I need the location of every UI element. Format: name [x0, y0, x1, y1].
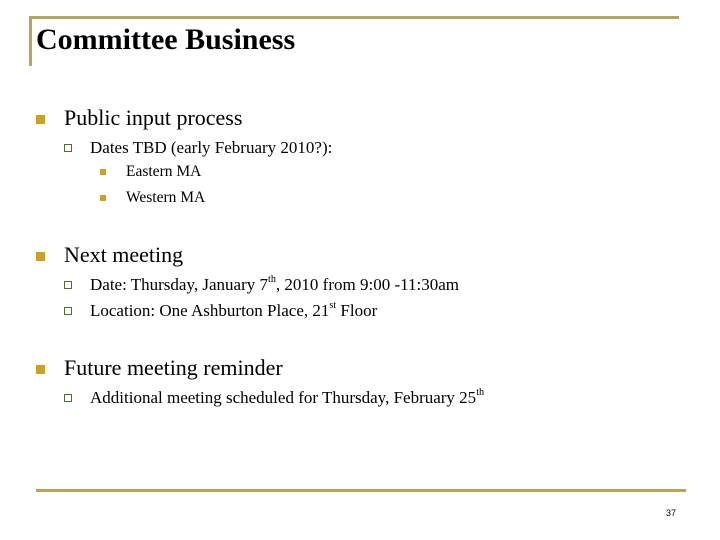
hollow-square-bullet-icon — [64, 307, 72, 315]
page-number: 37 — [666, 508, 677, 518]
sub-sub-bullet-text: Western MA — [126, 189, 206, 206]
ordinal-suffix: st — [329, 300, 337, 311]
sub-bullet-text: Additional meeting scheduled for Thursda… — [90, 387, 485, 407]
square-bullet-icon — [100, 169, 106, 175]
hollow-square-bullet-icon — [64, 144, 72, 152]
text-part: Additional meeting scheduled for Thursda… — [90, 388, 477, 407]
hollow-square-bullet-icon — [64, 394, 72, 402]
footer-rule — [36, 489, 686, 492]
square-bullet-icon — [100, 195, 106, 201]
square-bullet-icon — [36, 252, 45, 261]
hollow-square-bullet-icon — [64, 281, 72, 289]
bullet-text: Next meeting — [64, 242, 184, 267]
slide-title: Committee Business — [36, 23, 296, 56]
title-rule-left — [29, 16, 32, 66]
sub-bullet-text: Date: Thursday, January 7th, 2010 from 9… — [90, 274, 459, 294]
sub-sub-bullet-text: Eastern MA — [126, 163, 202, 180]
ordinal-suffix: th — [476, 387, 485, 398]
bullet-text: Public input process — [64, 105, 243, 130]
text-part: Location: One Ashburton Place, 21 — [90, 301, 330, 320]
text-part: Floor — [336, 301, 378, 320]
text-part: , 2010 from 9:00 -11:30am — [275, 275, 459, 294]
title-rule-top — [29, 16, 679, 19]
sub-bullet-text: Location: One Ashburton Place, 21st Floo… — [90, 300, 378, 320]
bullet-text: Future meeting reminder — [64, 355, 283, 380]
square-bullet-icon — [36, 115, 45, 124]
sub-bullet-text: Dates TBD (early February 2010?): — [90, 138, 333, 157]
text-part: Date: Thursday, January 7 — [90, 275, 268, 294]
square-bullet-icon — [36, 365, 45, 374]
ordinal-suffix: th — [267, 274, 276, 285]
